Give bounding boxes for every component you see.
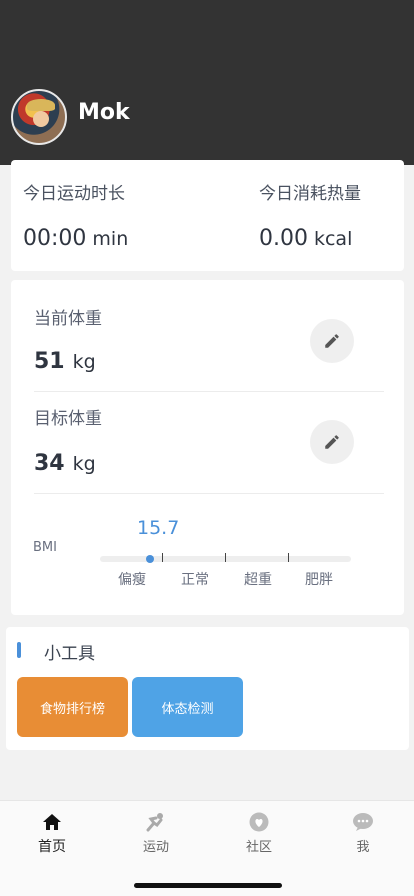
- duration-number: 00:00: [23, 226, 87, 251]
- calories-label: 今日消耗热量: [259, 184, 361, 204]
- home-icon: [43, 814, 61, 830]
- duration-label: 今日运动时长: [23, 184, 125, 204]
- tab-me-label: 我: [356, 840, 370, 855]
- today-summary-card: 今日运动时长 00:00 min 今日消耗热量 0.00 kcal: [11, 160, 404, 271]
- current-weight-number: 51: [34, 349, 65, 374]
- posture-check-button[interactable]: 体态检测: [132, 677, 243, 737]
- profile-chat-icon: [353, 813, 373, 831]
- tab-home[interactable]: 首页: [22, 811, 82, 856]
- current-weight-unit: kg: [72, 351, 96, 373]
- tab-me[interactable]: 我: [333, 811, 393, 855]
- target-weight-label: 目标体重: [34, 409, 102, 429]
- divider: [34, 493, 384, 494]
- bmi-label: BMI: [33, 540, 57, 555]
- tab-community[interactable]: 社区: [229, 811, 289, 855]
- tools-card: 小工具 食物排行榜 体态检测: [6, 627, 409, 750]
- tab-bar: 首页 运动 社区 我: [0, 800, 414, 896]
- bmi-marker: [146, 555, 155, 563]
- tab-sport[interactable]: 运动: [126, 811, 186, 855]
- profile-header: Mok: [0, 0, 414, 165]
- bmi-tick: [225, 553, 226, 562]
- target-weight-value: 34 kg: [34, 451, 96, 476]
- edit-target-weight-button[interactable]: [310, 420, 354, 464]
- current-weight-value: 51 kg: [34, 349, 96, 374]
- sport-icon: [146, 813, 163, 832]
- weight-card: 当前体重 51 kg 目标体重 34 kg BMI 15.7 偏瘦 正常 超重 肥胖: [11, 280, 404, 615]
- calories-unit: kcal: [313, 228, 353, 250]
- tab-community-label: 社区: [245, 840, 272, 855]
- section-accent-bar: [17, 642, 21, 658]
- bmi-tick: [162, 553, 163, 562]
- target-weight-number: 34: [34, 451, 65, 476]
- duration-unit: min: [92, 228, 129, 250]
- avatar[interactable]: [11, 89, 67, 145]
- username: Mok: [78, 100, 130, 125]
- calories-number: 0.00: [259, 226, 308, 251]
- bmi-category-obese: 肥胖: [305, 572, 333, 588]
- community-icon: [249, 812, 269, 832]
- pencil-icon: [325, 334, 339, 348]
- bmi-category-normal: 正常: [181, 572, 209, 588]
- tab-home-label: 首页: [38, 839, 66, 855]
- pencil-icon: [325, 435, 339, 449]
- tools-title: 小工具: [44, 644, 95, 664]
- bmi-scale: [100, 553, 351, 563]
- edit-current-weight-button[interactable]: [310, 319, 354, 363]
- bmi-category-overweight: 超重: [244, 572, 272, 588]
- bmi-tick: [288, 553, 289, 562]
- calories-value: 0.00 kcal: [259, 226, 352, 251]
- target-weight-unit: kg: [72, 453, 96, 475]
- current-weight-label: 当前体重: [34, 309, 102, 329]
- bmi-category-underweight: 偏瘦: [118, 572, 146, 588]
- tab-sport-label: 运动: [142, 840, 169, 855]
- duration-value: 00:00 min: [23, 226, 128, 251]
- divider: [34, 391, 384, 392]
- bmi-value: 15.7: [137, 517, 180, 539]
- home-indicator: [134, 883, 282, 888]
- food-ranking-button[interactable]: 食物排行榜: [17, 677, 128, 737]
